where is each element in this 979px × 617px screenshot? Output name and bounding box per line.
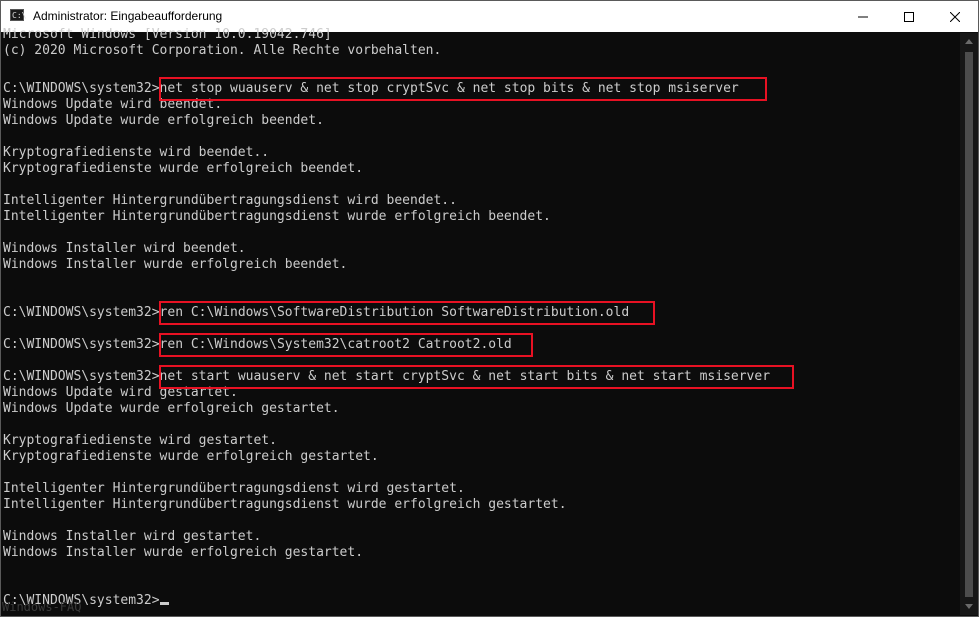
output-line: Windows Installer wird gestartet.	[3, 529, 262, 544]
chevron-up-icon	[965, 39, 973, 44]
minimize-icon	[858, 16, 868, 17]
output-line: Windows Update wurde erfolgreich beendet…	[3, 113, 324, 128]
output-line: Windows Update wurde erfolgreich gestart…	[3, 401, 340, 416]
output-line: Kryptografiedienste wird beendet..	[3, 145, 270, 160]
output-line: Intelligenter Hintergrundübertragungsdie…	[3, 209, 551, 224]
prompt: C:\WINDOWS\system32>	[3, 369, 160, 384]
highlight-box-net-stop	[159, 77, 767, 101]
scroll-down-button[interactable]	[960, 598, 978, 615]
console-window: C:\ Administrator: Eingabeaufforderung M…	[0, 0, 979, 617]
output-line: Windows Installer wird beendet.	[3, 241, 246, 256]
output-line: Kryptografiedienste wurde erfolgreich ge…	[3, 449, 379, 464]
highlight-box-ren-softwaredistribution	[159, 301, 655, 325]
version-line: Microsoft Windows [Version 10.0.19042.74…	[3, 27, 332, 42]
prompt: C:\WINDOWS\system32>	[3, 593, 160, 608]
prompt: C:\WINDOWS\system32>	[3, 337, 160, 352]
output-line: Kryptografiedienste wurde erfolgreich be…	[3, 161, 364, 176]
output-line: Windows Installer wurde erfolgreich gest…	[3, 545, 364, 560]
vertical-scrollbar[interactable]	[960, 33, 978, 615]
chevron-down-icon	[965, 604, 973, 609]
window-title: Administrator: Eingabeaufforderung	[33, 9, 223, 23]
maximize-icon	[904, 11, 914, 22]
text-cursor	[159, 602, 169, 605]
output-line: Windows Installer wurde erfolgreich been…	[3, 257, 348, 272]
prompt: C:\WINDOWS\system32>	[3, 305, 160, 320]
highlight-box-net-start	[159, 365, 794, 389]
cmd-icon: C:\	[10, 9, 27, 21]
output-line: Kryptografiedienste wird gestartet.	[3, 433, 277, 448]
prompt-line-current: C:\WINDOWS\system32>	[3, 593, 169, 609]
scroll-up-button[interactable]	[960, 33, 978, 50]
console-output[interactable]: Microsoft Windows [Version 10.0.19042.74…	[2, 27, 960, 615]
minimize-button[interactable]	[840, 1, 886, 32]
scroll-thumb[interactable]	[965, 52, 973, 597]
output-line: Intelligenter Hintergrundübertragungsdie…	[3, 193, 457, 208]
close-icon	[950, 11, 960, 22]
maximize-button[interactable]	[886, 1, 932, 32]
cmd-icon-glyph: C:\	[12, 11, 27, 20]
output-line: Intelligenter Hintergrundübertragungsdie…	[3, 497, 567, 512]
copyright-line: (c) 2020 Microsoft Corporation. Alle Rec…	[3, 43, 442, 58]
close-button[interactable]	[932, 1, 978, 32]
prompt: C:\WINDOWS\system32>	[3, 81, 160, 96]
output-line: Intelligenter Hintergrundübertragungsdie…	[3, 481, 465, 496]
highlight-box-ren-catroot2	[159, 333, 533, 357]
